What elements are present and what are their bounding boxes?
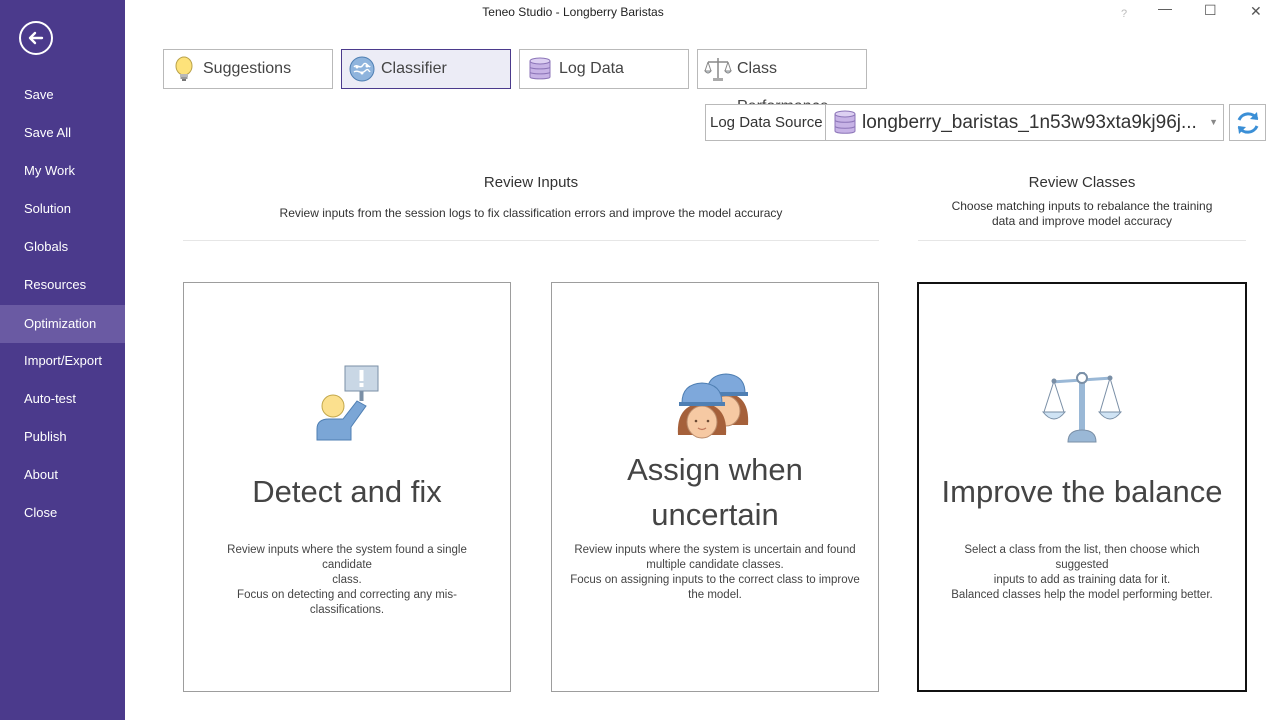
refresh-icon	[1237, 112, 1259, 134]
sidebar-item-save-all[interactable]: Save All	[0, 114, 125, 152]
maximize-button[interactable]: ☐	[1204, 2, 1217, 19]
description-line: Review inputs where the system is uncert…	[574, 544, 856, 556]
back-button[interactable]	[19, 21, 53, 55]
card-detect-and-fix[interactable]: Detect and fix Review inputs where the s…	[183, 282, 511, 692]
brain-icon	[349, 56, 375, 82]
help-button[interactable]: ?	[1121, 8, 1127, 20]
tab-class-performance[interactable]: Class Performance	[697, 49, 867, 115]
card-title-line: uncertain	[651, 497, 779, 532]
tab-label: Classifier	[381, 60, 447, 77]
sidebar-item-import-export[interactable]: Import/Export	[0, 342, 125, 380]
card-title-line: Assign when	[627, 452, 803, 487]
card-improve-the-balance[interactable]: Improve the balance Select a class from …	[917, 282, 1247, 692]
tab-label: Log Data	[559, 60, 624, 77]
description-line: class.	[332, 574, 362, 586]
chevron-down-icon: ▼	[1209, 117, 1218, 127]
card-description: Select a class from the list, then choos…	[937, 543, 1227, 603]
sidebar-item-close[interactable]: Close	[0, 494, 125, 532]
two-workers-icon	[677, 373, 749, 439]
divider	[183, 240, 879, 241]
description-line: Review inputs where the system found a s…	[227, 544, 467, 571]
arrow-left-icon	[28, 31, 44, 45]
card-title: Detect and fix	[252, 474, 442, 509]
sidebar: Save Save All My Work Solution Globals R…	[0, 0, 125, 720]
card-description: Review inputs where the system is uncert…	[570, 543, 860, 603]
card-title: Improve the balance	[941, 474, 1223, 509]
description-line: Focus on assigning inputs to the correct…	[570, 574, 860, 586]
divider	[918, 240, 1246, 241]
description-line: Select a class from the list, then choos…	[964, 544, 1200, 571]
card-assign-when-uncertain[interactable]: Assign when uncertain Review inputs wher…	[551, 282, 879, 692]
review-inputs-description: Review inputs from the session logs to f…	[279, 206, 783, 220]
sidebar-item-my-work[interactable]: My Work	[0, 152, 125, 190]
description-line: data and improve model accuracy	[991, 214, 1173, 228]
review-inputs-title: Review Inputs	[483, 174, 579, 191]
window-title: Teneo Studio - Longberry Baristas	[482, 5, 664, 19]
review-classes-title: Review Classes	[1028, 174, 1136, 191]
scales-icon	[704, 58, 732, 81]
sidebar-item-about[interactable]: About	[0, 456, 125, 494]
log-data-source: Log Data Source longberry_baristas_1n53w…	[705, 104, 1224, 141]
description-line: inputs to add as training data for it.	[993, 574, 1171, 586]
database-icon	[529, 57, 551, 80]
review-classes-description: Choose matching inputs to rebalance the …	[918, 199, 1246, 229]
sidebar-item-resources[interactable]: Resources	[0, 266, 125, 304]
sidebar-item-auto-test[interactable]: Auto-test	[0, 380, 125, 418]
log-data-source-label: Log Data Source	[706, 105, 826, 140]
refresh-button[interactable]	[1229, 104, 1266, 141]
card-description: Review inputs where the system found a s…	[202, 543, 492, 618]
database-icon	[834, 110, 856, 134]
tab-label: Suggestions	[203, 60, 292, 77]
log-data-source-select[interactable]: longberry_baristas_1n53w93xta9kj96j... ▼	[827, 105, 1223, 140]
sidebar-item-publish[interactable]: Publish	[0, 418, 125, 456]
alert-sign-person-icon	[316, 365, 379, 441]
description-line: the model.	[688, 589, 742, 601]
description-line: Balanced classes help the model performi…	[951, 589, 1213, 601]
log-data-source-value: longberry_baristas_1n53w93xta9kj96j...	[862, 112, 1197, 133]
sidebar-item-globals[interactable]: Globals	[0, 228, 125, 266]
description-line: multiple candidate classes.	[646, 559, 784, 571]
balance-scale-icon	[1042, 372, 1122, 443]
description-line: Focus on detecting and correcting any mi…	[237, 589, 457, 616]
tab-log-data[interactable]: Log Data	[519, 49, 689, 89]
sidebar-item-optimization[interactable]: Optimization	[0, 305, 125, 343]
sidebar-item-save[interactable]: Save	[0, 76, 125, 114]
tab-classifier[interactable]: Classifier	[341, 49, 511, 89]
description-line: Choose matching inputs to rebalance the …	[951, 199, 1213, 213]
tab-suggestions[interactable]: Suggestions	[163, 49, 333, 89]
sidebar-item-solution[interactable]: Solution	[0, 190, 125, 228]
lightbulb-icon	[175, 56, 193, 81]
close-window-button[interactable]: ✕	[1250, 3, 1262, 20]
minimize-button[interactable]: —	[1158, 0, 1172, 16]
